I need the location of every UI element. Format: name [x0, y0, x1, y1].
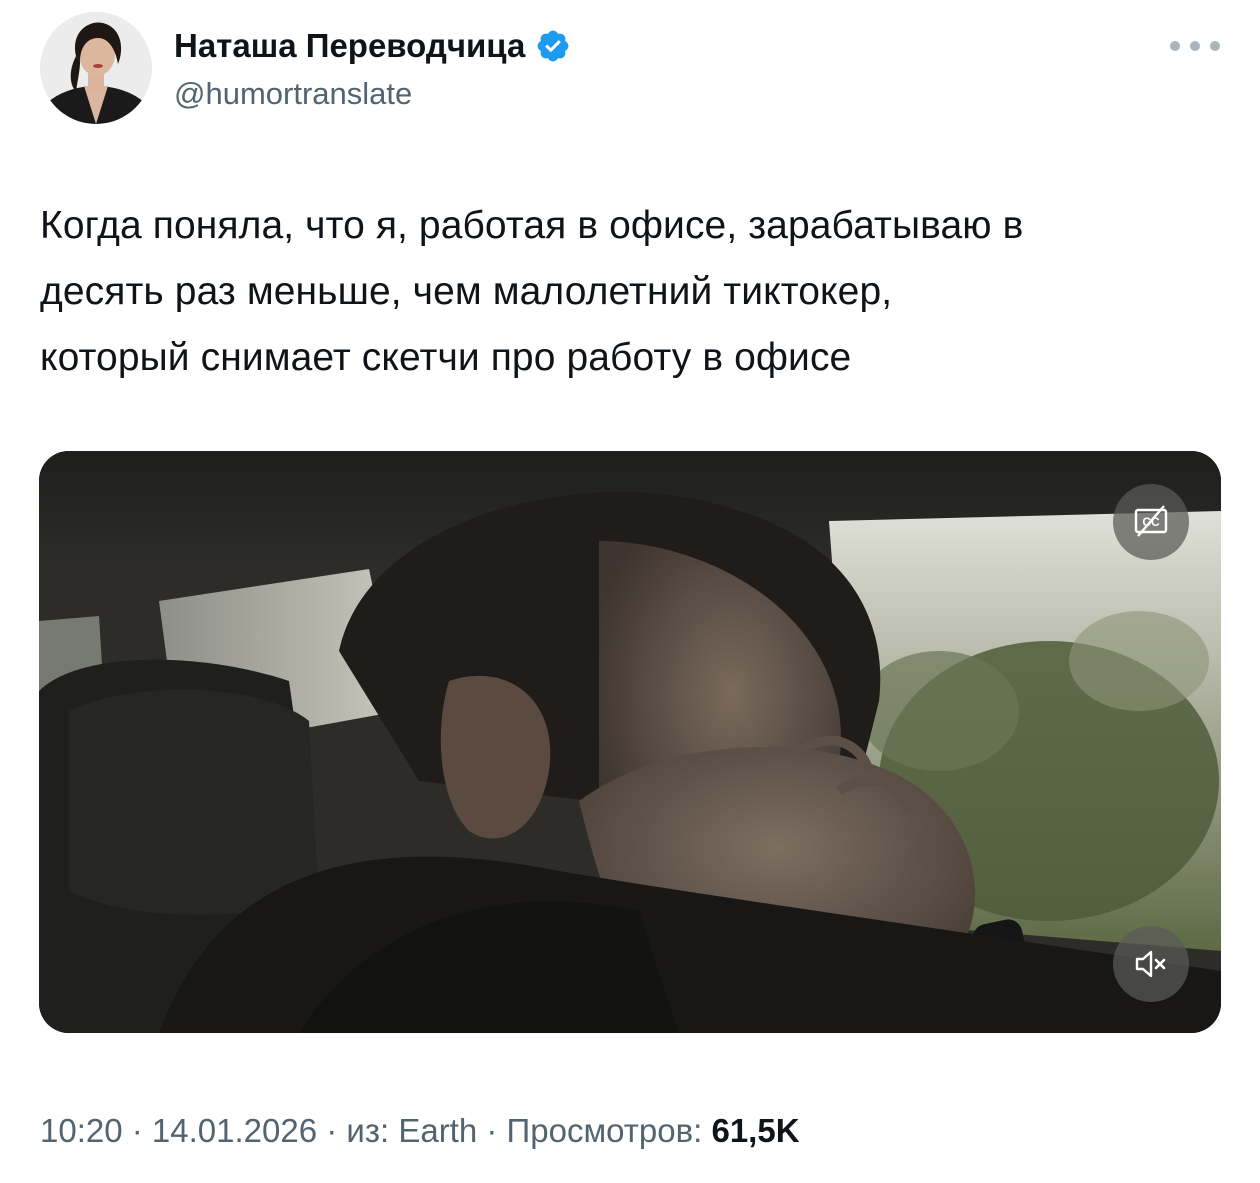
handle[interactable]: @humortranslate	[174, 76, 412, 112]
tweet-time[interactable]: 10:20	[40, 1112, 123, 1149]
captions-off-icon: CC	[1134, 505, 1168, 537]
source-prefix: из:	[346, 1112, 399, 1149]
more-dot-icon	[1190, 41, 1200, 51]
tweet-text-line: десять раз меньше, чем малолетний тикток…	[40, 270, 893, 313]
display-name-row: Наташа Переводчица	[174, 26, 571, 66]
verified-badge-icon	[535, 28, 571, 64]
tweet-date[interactable]: 14.01.2026	[152, 1112, 317, 1149]
meta-separator: ·	[122, 1112, 152, 1149]
volume-muted-icon	[1135, 950, 1166, 978]
tweet-header: Наташа Переводчица @humortranslate	[40, 12, 1220, 126]
more-dot-icon	[1210, 41, 1220, 51]
views-count[interactable]: 61,5K	[711, 1112, 799, 1149]
mute-toggle-button[interactable]	[1113, 926, 1189, 1002]
more-options-button[interactable]	[1170, 38, 1220, 54]
captions-toggle-button[interactable]: CC	[1113, 484, 1189, 560]
display-name[interactable]: Наташа Переводчица	[174, 27, 525, 65]
tweet-meta: 10:20 · 14.01.2026 · из: Earth · Просмот…	[40, 1112, 800, 1150]
meta-separator: ·	[477, 1112, 507, 1149]
video-frame	[39, 451, 1221, 1033]
tweet-source: Earth	[398, 1112, 478, 1149]
tweet-text: Когда поняла, что я, работая в офисе, за…	[40, 193, 1225, 391]
tweet-text-line: Когда поняла, что я, работая в офисе, за…	[40, 204, 1024, 247]
meta-separator: ·	[317, 1112, 347, 1149]
avatar[interactable]	[40, 12, 152, 124]
tweet: Наташа Переводчица @humortranslate Когда…	[0, 0, 1260, 1183]
views-label: Просмотров:	[506, 1112, 712, 1149]
more-dot-icon	[1170, 41, 1180, 51]
tweet-text-line: который снимает скетчи про работу в офис…	[40, 336, 852, 379]
video-player[interactable]: CC	[39, 451, 1221, 1033]
